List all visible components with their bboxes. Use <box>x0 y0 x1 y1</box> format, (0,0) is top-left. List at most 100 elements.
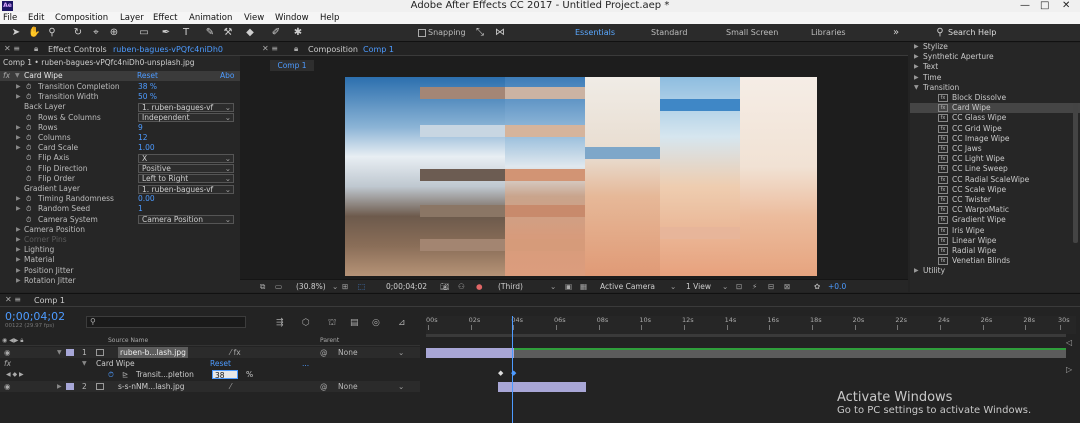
effect-item-cc-line-sweep[interactable]: fx CC Line Sweep <box>910 164 1080 174</box>
flowchart-icon[interactable]: ⊠ <box>784 280 790 293</box>
stopwatch-icon[interactable]: ⏱ <box>26 123 31 133</box>
rectangle-tool-icon[interactable]: ▭ <box>138 27 150 39</box>
twirl-down-icon[interactable]: ▼ <box>15 71 20 81</box>
stopwatch-icon[interactable]: ⏱ <box>26 113 31 123</box>
reset-exposure-icon[interactable]: ✿ <box>814 280 820 293</box>
layer-2-bar[interactable] <box>498 382 586 392</box>
keyframe-diamond[interactable]: ◆ <box>498 369 503 377</box>
composition-tab[interactable]: ✕ ≡ 🔒︎ Composition Comp 1 <box>240 43 908 56</box>
layer-row-1[interactable]: ◉ ▼ 1 ruben-b...lash.jpg ⁄ fx @ None ⌄ <box>0 347 420 358</box>
twirl-right-icon[interactable]: ▶ <box>57 381 62 392</box>
comp-breadcrumb[interactable]: Comp 1 <box>270 60 314 71</box>
timeline-icon[interactable]: ⊟ <box>768 280 774 293</box>
property-row-back-layer[interactable]: Back Layer 1. ruben-bagues-vf ⌄ <box>0 102 240 112</box>
layer-1-bar-before[interactable] <box>426 348 514 358</box>
resolution-dropdown[interactable]: (Third) <box>498 280 523 293</box>
mask-visibility-icon[interactable]: ⬚ <box>358 280 365 293</box>
parent-dropdown[interactable]: None <box>338 347 358 358</box>
clone-stamp-icon[interactable]: ⚒ <box>222 27 234 39</box>
draft-3d-icon[interactable]: ⬡ <box>302 318 310 328</box>
camera-dropdown[interactable]: Active Camera <box>600 280 655 293</box>
effect-item-card-wipe[interactable]: fx Card Wipe <box>910 103 1080 114</box>
monitor-icon[interactable]: ▭ <box>275 280 282 293</box>
close-button[interactable]: ✕ <box>1062 0 1070 12</box>
comp-timecode[interactable]: 0;00;04;02 <box>386 280 427 293</box>
close-panel-icon[interactable]: ✕ ≡ <box>4 44 20 53</box>
rotate-tool-icon[interactable]: ↻ <box>72 27 84 39</box>
effect-reset-link[interactable]: Reset <box>210 358 231 369</box>
menu-effect[interactable]: Effect <box>153 12 177 24</box>
twirl-right-icon[interactable]: ▶ <box>16 204 21 214</box>
twirl-right-icon[interactable]: ▶ <box>16 92 21 102</box>
property-value[interactable]: 9 <box>138 123 143 133</box>
effect-item-cc-jaws[interactable]: fx CC Jaws <box>910 144 1080 154</box>
property-row-lighting[interactable]: ▶ Lighting <box>0 245 240 255</box>
region-of-interest-icon[interactable]: ▣ <box>565 280 572 293</box>
playhead[interactable] <box>512 316 514 423</box>
effect-item-cc-radial-scalewipe[interactable]: fx CC Radial ScaleWipe <box>910 175 1080 185</box>
property-row-timing-randomness[interactable]: ▶ ⏱ Timing Randomness 0.00 <box>0 194 240 204</box>
twirl-right-icon[interactable]: ▶ <box>914 62 919 72</box>
work-area-bar[interactable] <box>426 334 1066 337</box>
label-color-swatch[interactable] <box>66 383 74 390</box>
twirl-right-icon[interactable]: ▶ <box>914 42 919 52</box>
minimize-button[interactable]: — <box>1020 0 1030 12</box>
effect-item-cc-image-wipe[interactable]: fx CC Image Wipe <box>910 134 1080 144</box>
effect-item-cc-glass-wipe[interactable]: fx CC Glass Wipe <box>910 113 1080 123</box>
property-row-random-seed[interactable]: ▶ ⏱ Random Seed 1 <box>0 204 240 214</box>
zoom-dropdown[interactable]: (30.8%) <box>296 280 326 293</box>
twirl-down-icon[interactable]: ▼ <box>82 358 87 369</box>
menu-help[interactable]: Help <box>320 12 339 24</box>
workspace-libraries[interactable]: Libraries <box>811 24 846 42</box>
property-row-flip-direction[interactable]: ⏱ Flip Direction Positive ⌄ <box>0 164 240 174</box>
show-snapshot-icon[interactable]: ⚇ <box>458 280 465 293</box>
timeline-tab[interactable]: ✕ ≡ Comp 1 <box>0 294 1080 307</box>
scrollbar[interactable] <box>1073 103 1078 243</box>
effects-category-synthetic-aperture[interactable]: ▶ Synthetic Aperture <box>910 52 1080 62</box>
twirl-right-icon[interactable]: ▶ <box>914 52 919 62</box>
effects-category-stylize[interactable]: ▶ Stylize <box>910 42 1080 52</box>
stopwatch-icon[interactable]: ⏱ <box>26 164 31 174</box>
pen-tool-icon[interactable]: ✒ <box>160 27 172 39</box>
stopwatch-icon[interactable]: ⏱ <box>26 174 31 184</box>
lock-icon[interactable]: 🔒︎ <box>34 44 38 54</box>
snapshot-icon[interactable]: 📷︎ <box>440 280 450 293</box>
transparency-grid-icon[interactable]: ▦ <box>580 280 587 293</box>
property-row-position-jitter[interactable]: ▶ Position Jitter <box>0 266 240 276</box>
layer-name[interactable]: ruben-b...lash.jpg <box>118 347 188 358</box>
composition-tab-name[interactable]: Comp 1 <box>363 45 394 54</box>
close-comp-panel-icon[interactable]: ✕ ≡ <box>262 44 278 53</box>
effect-controls-tab-file[interactable]: ruben-bagues-vPQfc4niDh0 <box>113 45 223 54</box>
effects-category-text[interactable]: ▶ Text <box>910 62 1080 72</box>
grid-guides-icon[interactable]: ⊞ <box>342 280 348 293</box>
pickwhip-icon[interactable]: @ <box>320 381 328 392</box>
property-row-camera-position[interactable]: ▶ Camera Position <box>0 225 240 235</box>
property-row-gradient-layer[interactable]: Gradient Layer 1. ruben-bagues-vf ⌄ <box>0 184 240 194</box>
maximize-button[interactable]: □ <box>1040 0 1049 12</box>
layer-switches[interactable]: ⁄ <box>230 381 231 392</box>
workspace-small-screen[interactable]: Small Screen <box>726 24 778 42</box>
snap-options-icon[interactable]: ⤡ <box>474 27 486 39</box>
property-dropdown[interactable]: 1. ruben-bagues-vf ⌄ <box>138 102 234 112</box>
timeline-zoom-handles[interactable]: ◁ ▷ <box>1066 338 1076 398</box>
property-row-material[interactable]: ▶ Material <box>0 255 240 265</box>
about-link[interactable]: Abo <box>220 71 234 81</box>
effect-header-card-wipe[interactable]: fx ▼ Card Wipe Reset Abo <box>0 71 240 82</box>
effect-controls-tab[interactable]: ✕ ≡ 🔒︎ Effect Controls ruben-bagues-vPQf… <box>0 43 240 56</box>
twirl-right-icon[interactable]: ▶ <box>914 266 919 276</box>
property-dropdown[interactable]: Camera Position ⌄ <box>138 215 234 225</box>
layer-switches[interactable]: ⁄ fx <box>230 347 241 358</box>
workspace-overflow-icon[interactable]: » <box>890 27 902 39</box>
stopwatch-icon[interactable]: ⏱ <box>26 143 31 153</box>
stopwatch-icon[interactable]: ⏱ <box>26 153 31 163</box>
property-value[interactable]: 38 % <box>138 82 157 92</box>
shy-layers-icon[interactable]: ⛫ <box>328 318 336 329</box>
property-value[interactable]: 50 % <box>138 92 157 102</box>
stopwatch-icon[interactable]: ⏱ <box>26 215 31 225</box>
twirl-right-icon[interactable]: ▶ <box>16 276 21 286</box>
camera-tool-icon[interactable]: ⌖ <box>90 27 102 39</box>
property-row-rotation-jitter[interactable]: ▶ Rotation Jitter <box>0 276 240 286</box>
twirl-right-icon[interactable]: ▶ <box>16 194 21 204</box>
stopwatch-icon[interactable]: ⏱ <box>26 133 31 143</box>
zoom-tool-icon[interactable]: ⚲ <box>46 27 58 39</box>
